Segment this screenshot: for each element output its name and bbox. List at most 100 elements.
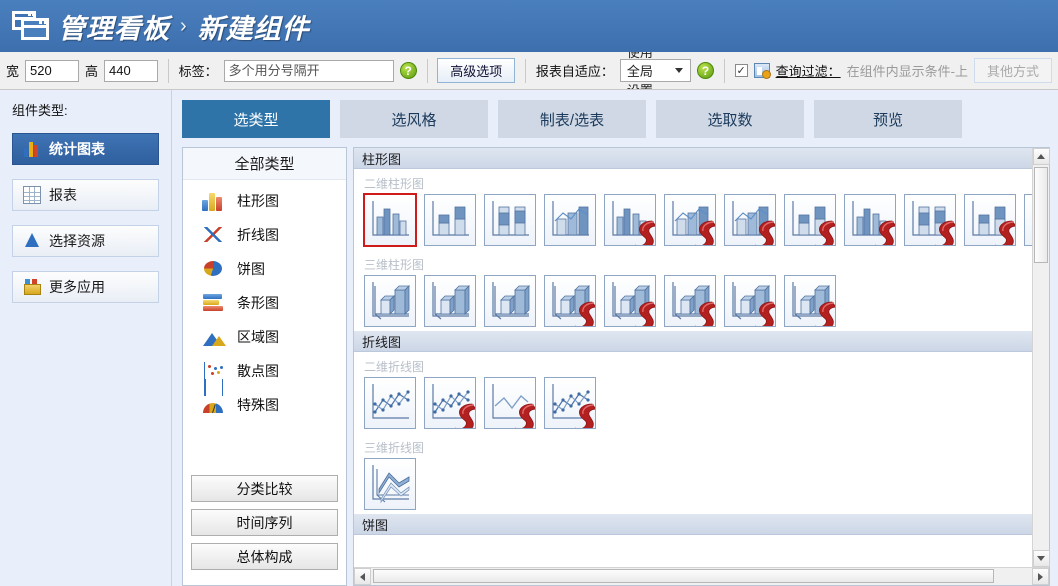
chart-thumbnail[interactable] <box>1024 194 1032 246</box>
gallery-group-header: 二维柱形图 <box>364 177 425 191</box>
sidebar: 组件类型: 统计图表 报表 选择资源 更多应用 <box>0 90 172 586</box>
sidebar-item-report[interactable]: 报表 <box>12 179 159 211</box>
tab-select-style[interactable]: 选风格 <box>340 100 488 138</box>
chart-thumbnail[interactable] <box>844 194 896 246</box>
gallery-vertical-scrollbar[interactable] <box>1032 148 1050 567</box>
gallery-horizontal-scrollbar[interactable] <box>354 567 1049 585</box>
page-body: 组件类型: 统计图表 报表 选择资源 更多应用 选类型 选风格 制表/选表 选取… <box>0 90 1058 586</box>
gallery-scroll-area[interactable]: 柱形图 二维柱形图 三维柱形图 折线图 二维折线图 三维折线图 饼图 <box>354 148 1032 567</box>
chart-thumbnail[interactable] <box>964 194 1016 246</box>
chart-thumbnail[interactable] <box>484 377 536 429</box>
type-item-label: 饼图 <box>237 261 265 277</box>
type-item-pie[interactable]: 饼图 <box>183 252 346 286</box>
scroll-up-button[interactable] <box>1032 148 1050 165</box>
chart-thumbnail[interactable] <box>784 194 836 246</box>
chart-type-items: 柱形图 折线图 饼图 条形图 区域图 散点图 特殊图 <box>183 180 346 426</box>
vertical-scroll-track[interactable] <box>1033 165 1050 550</box>
help-icon-adaptive[interactable]: ? <box>697 62 715 79</box>
gallery-thumb-row <box>354 193 1032 250</box>
chevron-right-icon <box>1038 572 1043 581</box>
chart-thumbnail[interactable] <box>364 458 416 510</box>
gallery-section-header: 饼图 <box>354 514 1032 535</box>
tab-preview[interactable]: 预览 <box>814 100 962 138</box>
type-item-line[interactable]: 折线图 <box>183 218 346 252</box>
chart-thumbnail[interactable] <box>424 194 476 246</box>
breadcrumb-separator-icon: › <box>180 14 188 37</box>
bar-chart-icon <box>23 140 41 158</box>
chart-thumbnail[interactable] <box>544 275 596 327</box>
chart-thumbnail[interactable] <box>604 194 656 246</box>
chart-thumbnail[interactable] <box>544 194 596 246</box>
gallery-section-header: 柱形图 <box>354 148 1032 169</box>
help-icon-tag[interactable]: ? <box>399 62 417 79</box>
breadcrumb-root[interactable]: 管理看板 <box>58 7 170 46</box>
query-filter-settings-icon[interactable] <box>753 63 771 79</box>
chart-thumbnail[interactable] <box>664 194 716 246</box>
sidebar-item-select-resource[interactable]: 选择资源 <box>12 225 159 257</box>
chart-thumbnail-selected[interactable] <box>363 193 417 247</box>
type-item-bar[interactable]: 条形图 <box>183 286 346 320</box>
chart-thumbnail[interactable] <box>544 377 596 429</box>
gallery-group-header: 二维折线图 <box>364 360 425 374</box>
type-item-label: 特殊图 <box>237 397 279 413</box>
scroll-down-button[interactable] <box>1032 550 1050 567</box>
gallery-section-header: 折线图 <box>354 331 1032 352</box>
chart-thumbnail[interactable] <box>424 275 476 327</box>
chart-thumbnail[interactable] <box>424 377 476 429</box>
sidebar-item-statistics-chart[interactable]: 统计图表 <box>12 133 159 165</box>
height-label: 高 <box>85 64 99 79</box>
type-item-scatter[interactable]: 散点图 <box>183 354 346 388</box>
tag-input[interactable] <box>223 59 394 82</box>
gallery-thumb-row <box>354 275 1032 331</box>
tab-select-data[interactable]: 选取数 <box>656 100 804 138</box>
type-item-special[interactable]: 特殊图 <box>183 388 346 422</box>
height-input[interactable] <box>104 59 159 82</box>
chart-thumbnail[interactable] <box>604 275 656 327</box>
gallery-thumb-row <box>354 377 1032 433</box>
pie-chart-icon <box>201 257 227 281</box>
chevron-down-icon <box>675 68 684 73</box>
width-input[interactable] <box>25 59 80 82</box>
overall-composition-button[interactable]: 总体构成 <box>191 543 338 570</box>
horizontal-scroll-track[interactable] <box>371 568 1032 585</box>
chart-type-list-header: 全部类型 <box>183 148 346 180</box>
chevron-down-icon <box>1037 556 1045 561</box>
sidebar-item-label: 报表 <box>49 187 77 203</box>
area-chart-icon <box>201 325 227 349</box>
chart-thumbnail[interactable] <box>484 194 536 246</box>
chart-thumbnail[interactable] <box>724 194 776 246</box>
chart-thumbnail[interactable] <box>724 275 776 327</box>
gallery-thumb-row <box>354 458 1032 514</box>
chart-thumbnail[interactable] <box>484 275 536 327</box>
vertical-scroll-thumb[interactable] <box>1033 167 1048 263</box>
chart-thumbnail[interactable] <box>784 275 836 327</box>
category-compare-button[interactable]: 分类比较 <box>191 475 338 502</box>
scroll-right-button[interactable] <box>1032 568 1049 585</box>
tab-select-type[interactable]: 选类型 <box>182 100 330 138</box>
toolbar-divider <box>426 58 428 83</box>
tab-build-select-table[interactable]: 制表/选表 <box>498 100 646 138</box>
other-methods-button[interactable]: 其他方式 <box>973 58 1052 83</box>
chart-thumbnail[interactable] <box>364 377 416 429</box>
query-filter-value: 在组件内显示条件-上 <box>846 64 968 79</box>
type-item-column[interactable]: 柱形图 <box>183 184 346 218</box>
query-filter-checkbox[interactable]: ✓ <box>734 64 748 77</box>
horizontal-scroll-thumb[interactable] <box>373 569 994 583</box>
toolbar-divider <box>724 58 725 83</box>
chart-gallery: 柱形图 二维柱形图 三维柱形图 折线图 二维折线图 三维折线图 饼图 <box>353 147 1050 586</box>
scroll-left-button[interactable] <box>354 568 371 585</box>
chart-thumbnail[interactable] <box>364 275 416 327</box>
adaptive-select[interactable]: 使用全局设置 <box>619 52 692 89</box>
query-filter-label: 查询过滤： <box>775 64 841 79</box>
chart-thumbnail[interactable] <box>904 194 956 246</box>
chart-thumbnail[interactable] <box>664 275 716 327</box>
toolbar: 宽 高 标签： ? 高级选项 报表自适应： 使用全局设置 ? ✓ 查询过滤： 在… <box>0 52 1058 90</box>
wizard-tabs: 选类型 选风格 制表/选表 选取数 预览 <box>182 100 1050 138</box>
type-item-area[interactable]: 区域图 <box>183 320 346 354</box>
time-series-button[interactable]: 时间序列 <box>191 509 338 536</box>
sidebar-item-more-apps[interactable]: 更多应用 <box>12 271 159 303</box>
chevron-left-icon <box>360 572 365 581</box>
panes: 全部类型 柱形图 折线图 饼图 条形图 区域图 散点图 特殊图 分类比较 时间序… <box>182 147 1050 586</box>
advanced-options-button[interactable]: 高级选项 <box>437 58 516 83</box>
type-item-label: 区域图 <box>237 329 279 345</box>
